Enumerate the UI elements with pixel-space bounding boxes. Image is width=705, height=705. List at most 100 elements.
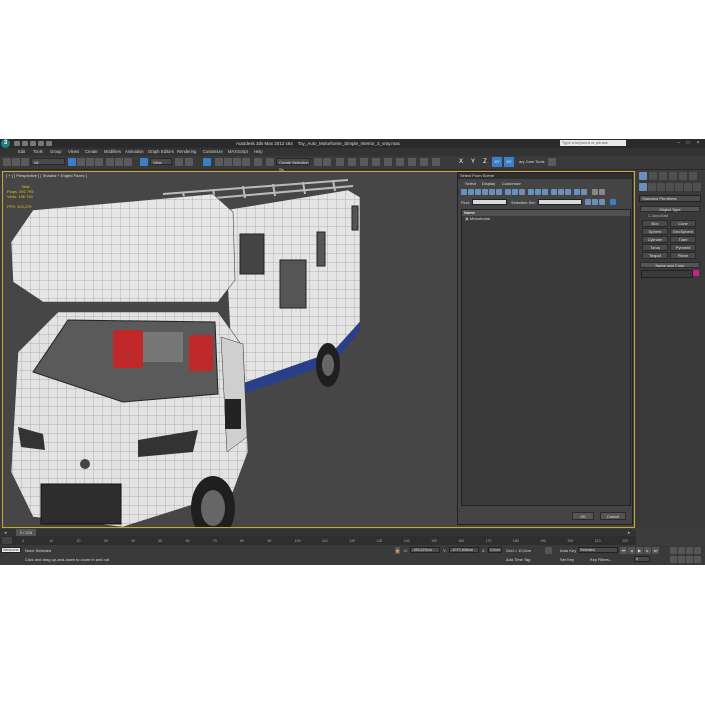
cancel-button[interactable]: Cancel — [600, 512, 626, 520]
field-of-view-icon[interactable] — [670, 556, 677, 563]
dialog-filter-icon[interactable] — [599, 189, 605, 195]
new-file-icon[interactable] — [14, 141, 20, 146]
render-iterative-icon[interactable] — [432, 158, 440, 166]
maxscript-listener[interactable]: Welcome t — [1, 547, 21, 553]
scale-icon[interactable] — [124, 158, 132, 166]
percent-snap-icon[interactable] — [233, 158, 241, 166]
selection-filter-dropdown[interactable]: All — [31, 158, 65, 165]
menu-customize[interactable]: Customize — [203, 149, 223, 154]
zoom-extents-all-icon[interactable] — [694, 547, 701, 554]
cylinder-button[interactable]: Cylinder — [642, 236, 668, 243]
rotate-icon[interactable] — [115, 158, 123, 166]
torus-button[interactable]: Torus — [642, 244, 668, 251]
motorhome-model[interactable] — [3, 172, 463, 527]
box-button[interactable]: Box — [642, 220, 668, 227]
time-slider-thumb[interactable]: 0 / 225 — [16, 529, 36, 536]
graphite-tools-icon[interactable] — [348, 158, 356, 166]
mini-curve-editor-icon[interactable] — [2, 537, 12, 544]
menu-modifiers[interactable]: Modifiers — [104, 149, 121, 154]
filter-xrefs-icon[interactable] — [512, 189, 518, 195]
filter-bones-icon[interactable] — [519, 189, 525, 195]
rectangular-selection-icon[interactable] — [86, 158, 94, 166]
select-place-icon[interactable] — [140, 158, 148, 166]
select-dependents-icon[interactable] — [581, 189, 587, 195]
undo-icon[interactable] — [38, 141, 44, 146]
bind-space-warp-icon[interactable] — [21, 158, 29, 166]
auto-key-button[interactable]: Auto Key — [560, 548, 576, 553]
select-object-icon[interactable] — [68, 158, 76, 166]
key-filters-button[interactable]: Key Filters... — [590, 557, 612, 562]
find-input[interactable] — [472, 199, 507, 205]
select-all-icon[interactable] — [551, 189, 557, 195]
redo-icon[interactable] — [46, 141, 52, 146]
minimize-icon[interactable]: – — [675, 140, 683, 146]
window-crossing-icon[interactable] — [95, 158, 103, 166]
named-selection-dropdown[interactable]: Create Selection Se — [276, 158, 310, 172]
adaptive-degradation-icon[interactable] — [545, 547, 552, 554]
save-file-icon[interactable] — [30, 141, 36, 146]
menu-tools[interactable]: Tools — [33, 149, 43, 154]
rendered-frame-icon[interactable] — [408, 158, 416, 166]
set-key-button[interactable]: Set Key — [560, 557, 574, 562]
shapes-icon[interactable] — [648, 183, 656, 191]
axis-y-button[interactable]: Y — [468, 157, 478, 167]
play-icon[interactable]: ▶ — [636, 547, 643, 554]
autogrid-checkbox[interactable]: ☐ AutoGrid — [648, 213, 668, 218]
menu-edit[interactable]: Edit — [18, 149, 25, 154]
space-warps-icon[interactable] — [684, 183, 692, 191]
display-none-icon[interactable] — [535, 189, 541, 195]
keyboard-shortcut-icon[interactable] — [203, 158, 211, 166]
menu-views[interactable]: Views — [68, 149, 79, 154]
cameras-icon[interactable] — [666, 183, 674, 191]
display-all-icon[interactable] — [528, 189, 534, 195]
dialog-tab-display[interactable]: Display — [482, 181, 495, 186]
lock-selection-icon[interactable]: 🔒 — [395, 547, 400, 554]
unlink-icon[interactable] — [12, 158, 20, 166]
systems-icon[interactable] — [693, 183, 701, 191]
motion-tab-icon[interactable] — [669, 172, 677, 180]
ok-button[interactable]: OK — [572, 512, 594, 520]
axis-xy-button[interactable]: XY — [492, 157, 502, 167]
move-icon[interactable] — [106, 158, 114, 166]
display-tab-icon[interactable] — [679, 172, 687, 180]
y-coordinate-field[interactable]: -1072,806cm — [449, 547, 479, 553]
cone-button[interactable]: Cone — [670, 220, 696, 227]
helpers-icon[interactable] — [675, 183, 683, 191]
pan-view-icon[interactable] — [678, 556, 685, 563]
name-and-color-rollout[interactable]: Name and Color — [640, 262, 700, 268]
schematic-view-icon[interactable] — [372, 158, 380, 166]
filter-spacewarps-icon[interactable] — [496, 189, 502, 195]
select-by-name-icon[interactable] — [77, 158, 85, 166]
axis-z-button[interactable]: Z — [480, 157, 490, 167]
material-editor-icon[interactable] — [384, 158, 392, 166]
object-name-input[interactable] — [641, 270, 693, 278]
reference-coord-dropdown[interactable]: View — [150, 158, 172, 165]
selection-set-save-icon[interactable] — [585, 199, 591, 205]
teapot-button[interactable]: Teapot — [642, 252, 668, 259]
menu-create[interactable]: Create — [85, 149, 98, 154]
app-logo-icon[interactable]: 3 — [1, 139, 10, 148]
dialog-title[interactable]: Select From Scene — [458, 173, 632, 179]
zoom-icon[interactable] — [670, 547, 677, 554]
filter-geometry-icon[interactable] — [461, 189, 467, 195]
align-icon[interactable] — [323, 158, 331, 166]
modify-tab-icon[interactable] — [649, 172, 657, 180]
track-bar[interactable]: 0 10 20 30 40 50 60 70 80 90 100 110 120 130 140 150 160… — [0, 536, 636, 545]
tube-button[interactable]: Tube — [670, 236, 696, 243]
display-invert-icon[interactable] — [542, 189, 548, 195]
select-none-icon[interactable] — [558, 189, 564, 195]
selection-set-dropdown[interactable] — [538, 199, 582, 205]
plane-button[interactable]: Plane — [670, 252, 696, 259]
menu-maxscript[interactable]: MAXScript — [228, 149, 248, 154]
maximize-icon[interactable]: □ — [684, 140, 692, 146]
mirror-icon[interactable] — [314, 158, 322, 166]
add-time-tag[interactable]: Add Time Tag — [506, 557, 530, 562]
dialog-settings-icon[interactable] — [592, 189, 598, 195]
axis-xy-cycle-button[interactable]: XY — [504, 157, 514, 167]
edit-named-selection-icon[interactable] — [254, 158, 262, 166]
time-slider[interactable]: 0 / 225 ◂ ▸ — [0, 529, 636, 536]
menu-help[interactable]: Help — [254, 149, 263, 154]
next-frame-icon[interactable]: ▸ — [644, 547, 651, 554]
axis-x-button[interactable]: X — [456, 157, 466, 167]
menu-graph-editors[interactable]: Graph Editors — [148, 149, 174, 154]
